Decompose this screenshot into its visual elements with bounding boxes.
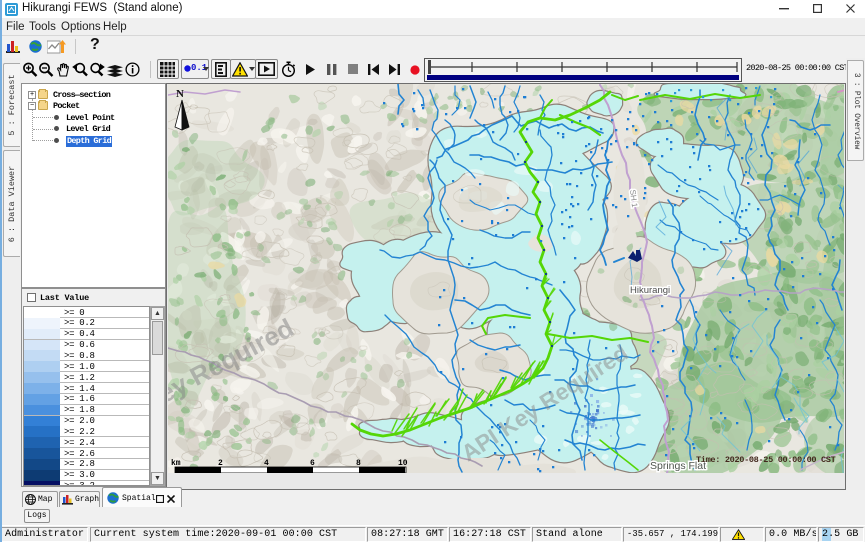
svg-text:Time: 2020-08-25 00:00:00 CST: Time: 2020-08-25 00:00:00 CST [696,455,836,465]
svg-text:8: 8 [356,459,361,468]
svg-text:Hikurangi: Hikurangi [630,285,670,296]
svg-text:km: km [171,459,181,468]
svg-text:4: 4 [264,459,269,468]
svg-text:2: 2 [218,459,223,468]
svg-text:10: 10 [398,459,408,468]
svg-text:N: N [176,88,184,100]
svg-text:6: 6 [310,459,315,468]
